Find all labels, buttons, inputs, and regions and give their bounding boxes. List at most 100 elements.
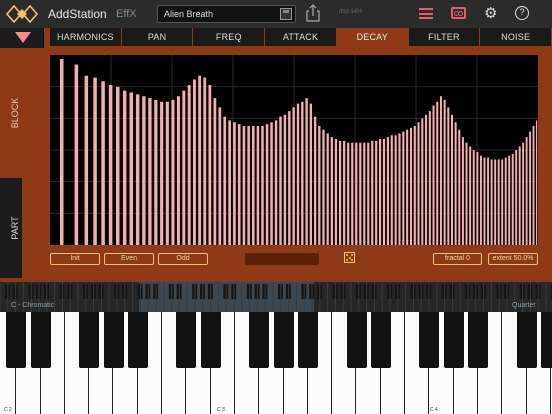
black-key[interactable] <box>346 312 367 368</box>
black-key[interactable] <box>468 312 488 368</box>
share-icon[interactable] <box>306 4 320 22</box>
harmonic-bar[interactable] <box>497 159 500 245</box>
harmonic-bar[interactable] <box>322 129 325 245</box>
harmonic-bar[interactable] <box>432 105 435 246</box>
harmonic-bar[interactable] <box>472 150 475 245</box>
harmonic-bar[interactable] <box>182 90 186 245</box>
harmonic-bar[interactable] <box>233 122 236 245</box>
harmonic-bar[interactable] <box>409 127 413 245</box>
harmonic-bar[interactable] <box>454 122 457 245</box>
side-tab-part[interactable]: PART <box>0 178 22 278</box>
harmonic-bar[interactable] <box>450 114 453 245</box>
piano-keyboard[interactable]: C 2 C 3 C 4 <box>0 312 552 414</box>
harmonic-bar[interactable] <box>343 140 346 245</box>
harmonic-bar[interactable] <box>428 111 431 245</box>
harmonic-bar[interactable] <box>60 59 64 245</box>
harmonic-bar[interactable] <box>187 85 191 245</box>
harmonic-bar[interactable] <box>371 140 374 245</box>
harmonic-bar[interactable] <box>529 131 532 245</box>
harmonic-bar[interactable] <box>247 125 250 245</box>
harmonic-bar[interactable] <box>379 138 382 245</box>
harmonic-bar[interactable] <box>309 103 313 245</box>
harmonic-bar[interactable] <box>436 101 439 245</box>
scale-label[interactable]: C - Chromatic <box>11 302 54 309</box>
harmonic-bar[interactable] <box>413 125 416 245</box>
harmonic-bar[interactable] <box>122 90 127 245</box>
black-key[interactable] <box>516 312 537 368</box>
black-key[interactable] <box>297 312 318 368</box>
harmonic-bar[interactable] <box>490 159 493 245</box>
harmonic-bar[interactable] <box>154 99 158 245</box>
tab-decay[interactable]: DECAY <box>336 28 409 46</box>
harmonic-bar[interactable] <box>518 146 521 245</box>
harmonic-bar[interactable] <box>421 118 424 245</box>
harmonic-bar[interactable] <box>265 124 269 245</box>
harmonic-bar[interactable] <box>536 120 538 245</box>
harmonic-bar[interactable] <box>359 142 362 245</box>
harmonic-bar[interactable] <box>116 86 120 245</box>
harmonic-bar[interactable] <box>398 133 401 245</box>
harmonic-bar[interactable] <box>390 135 393 245</box>
harmonic-bar[interactable] <box>160 101 164 245</box>
harmonic-bar[interactable] <box>501 159 504 245</box>
harmonic-bar[interactable] <box>129 92 134 245</box>
harmonic-bar[interactable] <box>74 64 79 245</box>
harmonic-bar[interactable] <box>487 157 490 245</box>
harmonic-bar[interactable] <box>494 159 497 245</box>
harmonic-bar[interactable] <box>274 120 278 245</box>
app-title[interactable]: AddStation <box>48 7 107 21</box>
harmonic-bar[interactable] <box>382 138 386 245</box>
harmonic-bar[interactable] <box>84 75 89 245</box>
harmonic-bar[interactable] <box>283 114 287 245</box>
black-key[interactable] <box>176 312 197 368</box>
harmonic-bar[interactable] <box>363 142 366 245</box>
black-key[interactable] <box>370 312 391 368</box>
harmonic-bar[interactable] <box>288 111 291 245</box>
harmonic-bar[interactable] <box>355 142 358 245</box>
harmonic-bar[interactable] <box>351 142 354 245</box>
harmonic-bar[interactable] <box>252 125 255 245</box>
harmonic-bar[interactable] <box>208 85 212 245</box>
harmonic-bar[interactable] <box>256 125 260 245</box>
decay-harmonics-graph[interactable] <box>50 55 538 245</box>
menu-icon[interactable] <box>419 8 433 19</box>
black-key[interactable] <box>103 312 124 368</box>
harmonic-bar[interactable] <box>305 98 308 245</box>
tab-harmonics[interactable]: HARMONICS <box>50 28 122 46</box>
black-key[interactable] <box>79 312 100 368</box>
harmonic-bar[interactable] <box>228 120 231 245</box>
harmonic-bar[interactable] <box>461 137 464 245</box>
gear-icon[interactable]: ⚙ <box>484 6 497 21</box>
black-key[interactable] <box>443 312 464 368</box>
tab-attack[interactable]: ATTACK <box>265 28 337 46</box>
harmonic-bar[interactable] <box>135 94 140 245</box>
tab-filter[interactable]: FILTER <box>408 28 481 46</box>
harmonic-bar[interactable] <box>375 140 378 245</box>
keyboard-overview[interactable] <box>0 282 552 312</box>
harmonic-bar[interactable] <box>425 114 428 245</box>
harmonic-bar[interactable] <box>318 125 321 245</box>
harmonic-bar[interactable] <box>165 101 169 245</box>
black-key[interactable] <box>273 312 294 368</box>
side-tab-block[interactable]: BLOCK <box>0 48 22 178</box>
logo-icon[interactable] <box>6 5 38 23</box>
harmonic-bar[interactable] <box>261 125 264 245</box>
preset-selector[interactable]: Alien Breath <box>157 5 296 23</box>
harmonic-bar[interactable] <box>93 77 97 245</box>
init-button[interactable]: Init <box>50 253 100 265</box>
harmonic-bar[interactable] <box>406 129 409 245</box>
odd-button[interactable]: Odd <box>158 253 208 265</box>
harmonic-bar[interactable] <box>476 152 479 245</box>
harmonic-bar[interactable] <box>443 99 446 245</box>
harmonic-bar[interactable] <box>338 140 342 245</box>
harmonic-bar[interactable] <box>301 101 304 245</box>
harmonic-bar[interactable] <box>504 157 507 245</box>
tape-icon[interactable] <box>451 7 466 19</box>
harmonic-bar[interactable] <box>218 107 222 245</box>
harmonic-bar[interactable] <box>511 153 514 245</box>
harmonic-bar[interactable] <box>394 135 397 245</box>
harmonic-bar[interactable] <box>483 157 486 245</box>
harmonic-bar[interactable] <box>142 96 146 245</box>
harmonic-bar[interactable] <box>515 150 518 245</box>
black-key[interactable] <box>419 312 440 368</box>
